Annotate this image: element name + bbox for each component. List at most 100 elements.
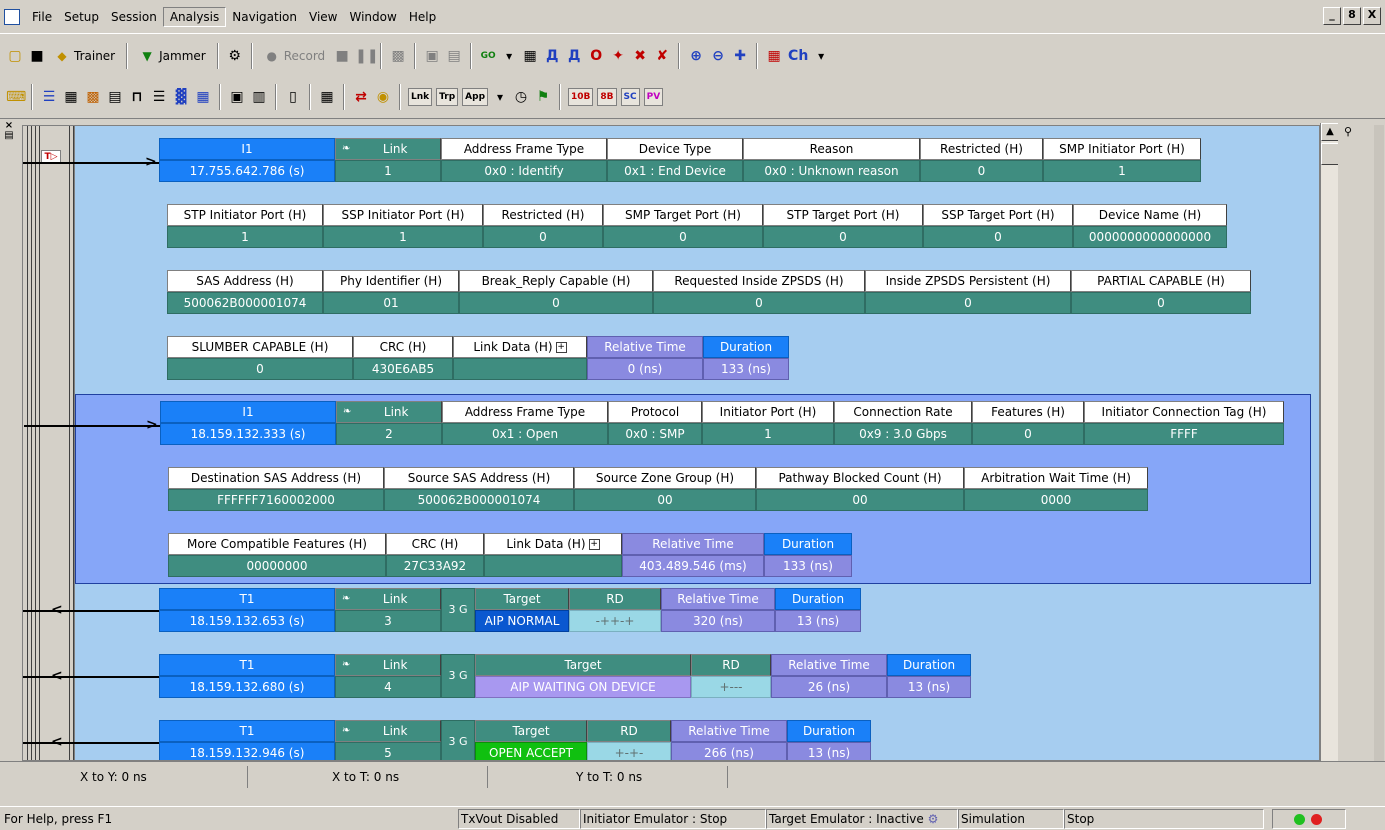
menu-setup[interactable]: Setup [58, 8, 105, 26]
packet-field[interactable]: ❧ Link 3 [335, 588, 441, 632]
packet-field[interactable]: ❧ Link 4 [335, 654, 441, 698]
packet-field[interactable]: Duration 133 (ns) [764, 533, 852, 577]
packet-5[interactable]: < T1 18.159.132.946 (s) ❧ Link 5 3 G Target OPEN… [23, 720, 1311, 760]
packet-2[interactable]: > I1 18.159.132.333 (s) ❧ Link 2 Address Frame… [24, 394, 1311, 584]
packet-field[interactable]: Relative Time 0 (ns) [587, 336, 703, 380]
packet-field[interactable]: ❧ Link 2 [336, 401, 442, 445]
packet-field[interactable]: Link Data (H) + [453, 336, 587, 380]
find-next-icon[interactable]: Д [565, 47, 583, 65]
channel-icon[interactable]: Ch [787, 47, 809, 65]
packet-field[interactable]: CRC (H) 27C33A92 [386, 533, 484, 577]
packet-field[interactable]: Relative Time 403.489.546 (ms) [622, 533, 764, 577]
pin-icon[interactable]: ⚲ [1344, 125, 1352, 138]
packet-field[interactable]: RD +-+- [587, 720, 671, 760]
bar-chart-icon[interactable]: ▓ [172, 88, 190, 106]
splitter-bar[interactable] [1374, 125, 1384, 761]
toggle-10b[interactable]: 10B [568, 88, 594, 106]
clear-marks-icon[interactable]: ✖ [631, 47, 649, 65]
packet-field[interactable]: Address Frame Type 0x0 : Identify [441, 138, 607, 182]
packet-field[interactable]: SSP Target Port (H) 0 [923, 204, 1073, 248]
scroll-up-button[interactable]: ▲ [1321, 123, 1339, 141]
menu-file[interactable]: File [26, 8, 58, 26]
packet-field[interactable]: SAS Address (H) 500062B000001074 [167, 270, 323, 314]
packet-field[interactable]: Source Zone Group (H) 00 [574, 467, 756, 511]
timestamp-icon[interactable]: ▦ [318, 88, 336, 106]
packet-field[interactable]: T1 18.159.132.653 (s) [159, 588, 335, 632]
decode-icon[interactable]: ▣ [228, 88, 246, 106]
packet-field[interactable]: STP Target Port (H) 0 [763, 204, 923, 248]
packet-field[interactable]: Initiator Connection Tag (H) FFFF [1084, 401, 1284, 445]
packet-field[interactable]: T1 18.159.132.680 (s) [159, 654, 335, 698]
record-button[interactable]: ● Record [260, 46, 329, 66]
hide-icon[interactable]: ▯ [284, 88, 302, 106]
packet-field[interactable]: Connection Rate 0x9 : 3.0 Gbps [834, 401, 972, 445]
save-icon[interactable]: ■ [28, 47, 46, 65]
packet-field[interactable]: Inside ZPSDS Persistent (H) 0 [865, 270, 1071, 314]
toggle-pv[interactable]: PV [643, 88, 664, 106]
packet-4[interactable]: < T1 18.159.132.680 (s) ❧ Link 4 3 G Target AIP … [23, 654, 1311, 714]
zoom-in-icon[interactable]: ⊕ [687, 47, 705, 65]
vertical-scrollbar[interactable]: ▲ [1320, 123, 1339, 761]
folder-open-icon[interactable]: ▢ [6, 47, 24, 65]
packet-field[interactable]: SSP Initiator Port (H) 1 [323, 204, 483, 248]
stop-icon[interactable]: ■ [333, 47, 351, 65]
packet-field[interactable]: Initiator Port (H) 1 [702, 401, 834, 445]
packet-field[interactable]: Requested Inside ZPSDS (H) 0 [653, 270, 865, 314]
packet-field[interactable]: Duration 13 (ns) [787, 720, 871, 760]
packet-field[interactable]: Target AIP NORMAL [475, 588, 569, 632]
packet-field[interactable]: Source SAS Address (H) 500062B000001074 [384, 467, 574, 511]
menu-analysis[interactable]: Analysis [162, 6, 227, 27]
packet-field[interactable]: ❧ Link 5 [335, 720, 441, 760]
packet-field[interactable]: Target AIP WAITING ON DEVICE [475, 654, 691, 698]
color-coding-icon[interactable]: ▦ [765, 47, 783, 65]
packet-field[interactable]: More Compatible Features (H) 00000000 [168, 533, 386, 577]
tree-view-icon[interactable]: ▦ [194, 88, 212, 106]
chevron-down-icon[interactable]: ▾ [492, 89, 508, 105]
toggle-8b[interactable]: 8B [597, 88, 617, 106]
menu-navigation[interactable]: Navigation [226, 8, 303, 26]
packet-field[interactable]: Relative Time 26 (ns) [771, 654, 887, 698]
upload-icon[interactable]: ▩ [389, 47, 407, 65]
packet-field[interactable]: Protocol 0x0 : SMP [608, 401, 702, 445]
print-icon[interactable]: ▤ [445, 47, 463, 65]
settings-icon[interactable]: ⚙ [226, 47, 244, 65]
application-layer-toggle[interactable]: App [462, 88, 489, 106]
packet-field[interactable]: Arbitration Wait Time (H) 0000 [964, 467, 1148, 511]
packet-field[interactable]: SLUMBER CAPABLE (H) 0 [167, 336, 353, 380]
chevron-down-icon[interactable]: ▾ [501, 48, 517, 64]
expand-icon[interactable]: + [555, 342, 567, 353]
text-view-icon[interactable]: ▤ [106, 88, 124, 106]
find-error-icon[interactable]: О [587, 47, 605, 65]
packet-field[interactable]: PARTIAL CAPABLE (H) 0 [1071, 270, 1251, 314]
menu-window[interactable]: Window [344, 8, 403, 26]
packet-field[interactable]: RD -++-+ [569, 588, 661, 632]
packet-field[interactable]: Device Name (H) 0000000000000000 [1073, 204, 1227, 248]
packet-field[interactable]: ❧ Link 1 [335, 138, 441, 182]
packet-field[interactable]: Features (H) 0 [972, 401, 1084, 445]
packet-field[interactable]: Break_Reply Capable (H) 0 [459, 270, 653, 314]
packet-field[interactable]: Relative Time 320 (ns) [661, 588, 775, 632]
menu-view[interactable]: View [303, 8, 343, 26]
app-icon[interactable] [4, 8, 20, 25]
restore-button[interactable]: 8 [1343, 7, 1361, 25]
packet-3[interactable]: < T1 18.159.132.653 (s) ❧ Link 3 3 G Target AIP … [23, 588, 1311, 648]
view-mode-icon[interactable]: ⌨ [6, 88, 26, 106]
close-button[interactable]: X [1363, 7, 1381, 25]
packet-1[interactable]: T▷ > I1 17.755.642.786 (s) ❧ Link 1 Address Fra… [23, 132, 1311, 386]
expand-icon[interactable]: + [588, 539, 600, 550]
packet-field[interactable]: Duration 133 (ns) [703, 336, 789, 380]
flag-icon[interactable]: ⚑ [534, 88, 552, 106]
clock-icon[interactable]: ◷ [512, 88, 530, 106]
packet-field[interactable]: Target OPEN ACCEPT [475, 720, 587, 760]
remove-marks-icon[interactable]: ✘ [653, 47, 671, 65]
grid-view-icon[interactable]: ▦ [62, 88, 80, 106]
packet-view-icon[interactable]: ☰ [40, 88, 58, 106]
packet-field[interactable]: I1 17.755.642.786 (s) [159, 138, 335, 182]
trainer-button[interactable]: ◆ Trainer [50, 46, 119, 66]
chevron-down-icon[interactable]: ▾ [813, 48, 829, 64]
packet-field[interactable]: Address Frame Type 0x1 : Open [442, 401, 608, 445]
pause-icon[interactable]: ❚❚ [355, 47, 378, 65]
packet-field[interactable]: Restricted (H) 0 [483, 204, 603, 248]
binoculars-icon[interactable]: ▦ [521, 47, 539, 65]
compact-icon[interactable]: ◉ [374, 88, 392, 106]
